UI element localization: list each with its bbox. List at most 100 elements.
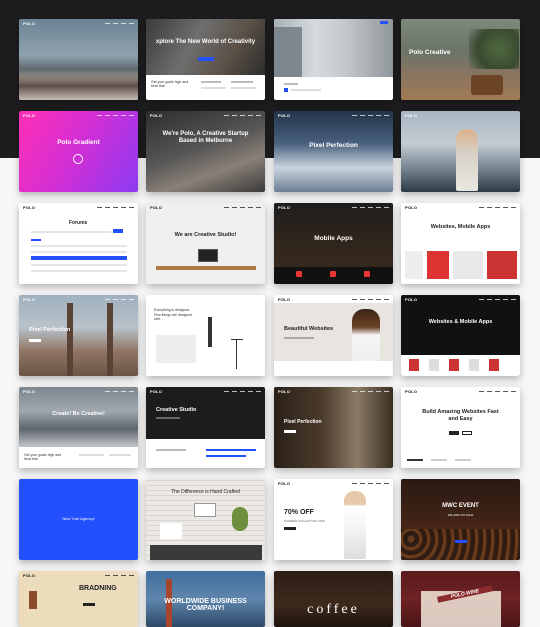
- event-button[interactable]: [455, 540, 467, 543]
- template-card[interactable]: POLO Polo Gradient: [19, 111, 138, 192]
- logo[interactable]: POLO: [405, 389, 417, 394]
- template-card[interactable]: POLO Websites, Mobile Apps: [401, 203, 520, 284]
- menu-icon[interactable]: [105, 390, 134, 392]
- window-image: [274, 27, 302, 77]
- nav-bar: POLO: [19, 295, 138, 303]
- menu-icon[interactable]: [224, 390, 261, 392]
- event-headline: MWC EVENT: [442, 503, 479, 509]
- template-card[interactable]: POLO WINE: [401, 571, 520, 627]
- menu-icon[interactable]: [105, 298, 134, 300]
- list-item[interactable]: [31, 251, 127, 253]
- list-item[interactable]: [31, 239, 41, 241]
- template-card[interactable]: POLO We're Polo, A Creative Startup Base…: [146, 111, 265, 192]
- template-card[interactable]: POLO Pixel Perfection: [19, 295, 138, 376]
- menu-icon[interactable]: [105, 22, 134, 24]
- menu-icon[interactable]: [97, 206, 134, 208]
- template-card[interactable]: POLO 70% OFF SUMMER COLLECTION 2016: [274, 479, 393, 560]
- logo[interactable]: POLO: [150, 389, 162, 394]
- sale-caption: SUMMER COLLECTION 2016: [284, 519, 325, 523]
- template-card[interactable]: Everything is designed. Few things are d…: [146, 295, 265, 376]
- template-card[interactable]: POLO Mobile Apps: [274, 203, 393, 284]
- logo[interactable]: POLO: [405, 113, 417, 118]
- template-card[interactable]: POLO: [401, 111, 520, 192]
- template-card[interactable]: Polo Creative: [401, 19, 520, 100]
- list-item[interactable]: [31, 245, 127, 247]
- menu-icon[interactable]: [479, 390, 516, 392]
- menu-icon[interactable]: [352, 298, 389, 300]
- text-line: [455, 459, 471, 461]
- logo[interactable]: POLO: [23, 205, 35, 210]
- hero-headline: Pixel Perfection: [284, 419, 322, 425]
- hero-headline: We're Polo, A Creative Startup Based in …: [162, 131, 249, 144]
- text-line: [156, 449, 186, 451]
- logo[interactable]: POLO: [23, 297, 35, 302]
- nav-bar: POLO: [274, 387, 393, 395]
- logo[interactable]: POLO: [150, 113, 162, 118]
- search-button[interactable]: [113, 229, 123, 233]
- template-card[interactable]: coffee: [274, 571, 393, 627]
- menu-icon[interactable]: [479, 298, 516, 300]
- nav-bar: POLO: [146, 387, 265, 395]
- logo[interactable]: POLO: [405, 205, 417, 210]
- shop-button[interactable]: [284, 527, 296, 530]
- logo[interactable]: POLO: [278, 205, 290, 210]
- template-card[interactable]: POLO Build Amazing Websites Fast and Eas…: [401, 387, 520, 468]
- logo[interactable]: POLO: [23, 573, 35, 578]
- logo[interactable]: POLO: [278, 297, 290, 302]
- template-card[interactable]: POLO Websites & Mobile Apps: [401, 295, 520, 376]
- feature-icon: [296, 271, 302, 277]
- template-card[interactable]: xplore The New World of Creativity Get y…: [146, 19, 265, 100]
- template-card[interactable]: POLO Creative Studio: [146, 387, 265, 468]
- logo[interactable]: POLO: [23, 113, 35, 118]
- list-header: [31, 256, 127, 260]
- template-card[interactable]: POLO BRADNING: [19, 571, 138, 627]
- list-item[interactable]: [31, 270, 127, 272]
- template-card[interactable]: POLO: [19, 19, 138, 100]
- logo[interactable]: POLO: [405, 297, 417, 302]
- logo[interactable]: POLO: [278, 389, 290, 394]
- template-card[interactable]: POLO We are Creative Studio!: [146, 203, 265, 284]
- hero-button[interactable]: [29, 339, 41, 342]
- menu-icon[interactable]: [352, 114, 389, 116]
- template-card[interactable]: POLO Create! Be Creative! Get your goals…: [19, 387, 138, 468]
- template-card[interactable]: [274, 19, 393, 100]
- play-icon[interactable]: [73, 154, 83, 164]
- logo[interactable]: POLO: [278, 113, 290, 118]
- hero-button[interactable]: [198, 57, 214, 61]
- search-input[interactable]: [31, 231, 111, 233]
- menu-icon[interactable]: [352, 482, 389, 484]
- template-card[interactable]: New York Agency!: [19, 479, 138, 560]
- nav-bar: POLO: [19, 387, 138, 395]
- menu-icon[interactable]: [352, 390, 389, 392]
- template-card[interactable]: POLO Pixel Perfection: [274, 387, 393, 468]
- text-line: [231, 81, 253, 83]
- logo[interactable]: POLO: [23, 389, 35, 394]
- menu-icon[interactable]: [97, 114, 134, 116]
- page-title: Forums: [69, 220, 88, 226]
- hero-button[interactable]: [83, 603, 95, 606]
- hero-button[interactable]: [284, 430, 296, 433]
- logo[interactable]: POLO: [278, 481, 290, 486]
- logo[interactable]: POLO: [150, 205, 162, 210]
- template-card[interactable]: POLO Beautiful Websites: [274, 295, 393, 376]
- product-image: [409, 359, 419, 371]
- nav-button[interactable]: [380, 21, 388, 24]
- template-card[interactable]: MWC EVENT WE ARE ON SALE: [401, 479, 520, 560]
- template-card[interactable]: POLO Pixel Perfection: [274, 111, 393, 192]
- logo[interactable]: POLO: [23, 21, 35, 26]
- hero-headline: Pixel Perfection: [309, 142, 358, 149]
- menu-icon[interactable]: [479, 206, 516, 208]
- list-item[interactable]: [31, 264, 127, 266]
- template-card[interactable]: WORLDWIDE BUSINESS COMPANY!: [146, 571, 265, 627]
- template-card[interactable]: POLO Forums: [19, 203, 138, 284]
- person-image: [456, 129, 478, 191]
- menu-icon[interactable]: [224, 206, 261, 208]
- menu-icon[interactable]: [352, 206, 389, 208]
- content-section: [274, 361, 393, 376]
- template-card[interactable]: The Difference is Hand Crafted: [146, 479, 265, 560]
- menu-icon[interactable]: [224, 114, 261, 116]
- hero-button[interactable]: [449, 431, 459, 435]
- hero-button[interactable]: [462, 431, 472, 435]
- menu-icon[interactable]: [105, 574, 134, 576]
- nav-bar: POLO: [401, 111, 520, 119]
